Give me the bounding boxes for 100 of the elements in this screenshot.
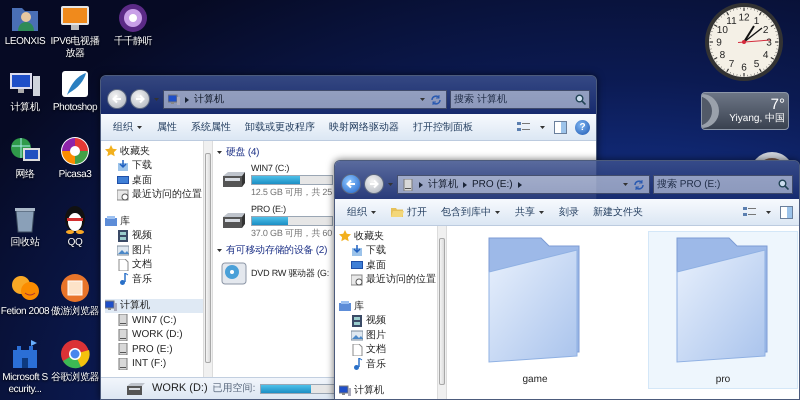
toolbar-button[interactable]: 映射网络驱动器 [323, 118, 405, 136]
toolbar-button[interactable]: 新建文件夹 [587, 202, 649, 222]
nav-item[interactable]: 视频 [105, 228, 203, 243]
clock-numeral: 3 [766, 38, 772, 48]
icon-label[interactable]: 计算机 [10, 102, 40, 114]
folder-tile[interactable]: game [460, 231, 610, 389]
nav-item[interactable]: 计算机 [105, 298, 203, 313]
folder-tile[interactable]: pro [648, 231, 798, 389]
back-arrow-icon[interactable] [345, 178, 357, 190]
nav-item[interactable]: 最近访问的位置 [339, 272, 437, 287]
nav-item[interactable]: WIN7 (C:) [105, 313, 203, 328]
nav-item[interactable]: 文档 [339, 342, 437, 357]
scrollbar[interactable] [203, 141, 213, 377]
nav-item[interactable]: 视频 [339, 314, 437, 328]
icon-label[interactable]: QQ [68, 237, 82, 249]
star-icon [105, 145, 117, 158]
expand-caret-icon[interactable] [216, 148, 223, 156]
nav-item[interactable]: 库 [339, 299, 437, 314]
breadcrumb-item[interactable]: PRO (E:) [472, 177, 513, 192]
address-bar[interactable]: 计算机 [163, 90, 447, 109]
icon-label[interactable]: 谷歌浏览器 [50, 372, 99, 384]
drive-name[interactable]: DVD RW 驱动器 (G: [251, 267, 330, 279]
icon-label[interactable]: Fetion 2008 [0, 306, 50, 318]
nav-item[interactable]: 桌面 [339, 258, 437, 272]
icon-label[interactable]: 千千静听 [114, 36, 152, 48]
picture-icon [351, 329, 363, 342]
breadcrumb-item[interactable]: 计算机 [428, 177, 458, 192]
toolbar-button[interactable]: 打开 [385, 202, 433, 222]
nav-item[interactable]: 音乐 [339, 357, 437, 372]
refresh-icon[interactable] [633, 178, 645, 190]
icon-label[interactable]: 傲游浏览器 [50, 306, 99, 318]
icon-label[interactable]: IPV6电视播放器 [50, 36, 100, 60]
nav-item[interactable]: WORK (D:) [105, 328, 203, 342]
search-icon[interactable] [575, 94, 586, 105]
folder-name[interactable]: pro [716, 372, 730, 387]
nav-item[interactable]: 下载 [339, 244, 437, 258]
framed-app-icon[interactable] [59, 272, 91, 304]
refresh-icon[interactable] [430, 94, 442, 106]
toolbar-button[interactable]: 打开控制面板 [407, 118, 479, 136]
forward-button[interactable] [130, 89, 150, 109]
address-bar[interactable]: 计算机 PRO (E:) [397, 175, 650, 194]
toolbar-button[interactable]: 共享 [509, 202, 551, 222]
folder-name[interactable]: game [522, 372, 548, 387]
chevron-icon[interactable] [418, 180, 424, 188]
chevron-icon[interactable] [516, 180, 523, 188]
feather-icon[interactable] [59, 68, 91, 100]
dropdown-caret-icon[interactable] [622, 181, 629, 188]
drive-name[interactable]: PRO (E:) [251, 203, 286, 215]
scrollbar[interactable] [437, 226, 447, 399]
breadcrumb-item[interactable]: 计算机 [194, 92, 224, 107]
back-button[interactable] [341, 174, 361, 194]
nav-item[interactable]: 文档 [105, 258, 203, 272]
dropdown-caret-icon[interactable] [765, 208, 772, 216]
icon-label[interactable]: Picasa3 [58, 169, 92, 181]
toolbar-button[interactable]: 属性 [151, 118, 183, 136]
toolbar-button[interactable]: 组织 [107, 118, 149, 136]
dropdown-caret-icon[interactable] [419, 96, 426, 103]
icon-label[interactable]: 回收站 [10, 237, 40, 249]
forward-button[interactable] [364, 174, 384, 194]
search-field[interactable]: 搜索 计算机 [450, 90, 590, 109]
expand-caret-icon[interactable] [216, 246, 223, 254]
nav-item[interactable]: 最近访问的位置 [105, 188, 203, 202]
nav-item[interactable]: 音乐 [105, 272, 203, 286]
toolbar-button[interactable]: 系统属性 [185, 118, 237, 136]
nav-item[interactable]: 下载 [105, 158, 203, 173]
toolbar-button[interactable]: 组织 [341, 202, 383, 222]
disc-icon[interactable] [117, 2, 149, 34]
back-button[interactable] [107, 89, 127, 109]
drive-name[interactable]: WIN7 (C:) [251, 162, 290, 174]
icon-label[interactable]: LEONXIS [4, 36, 46, 48]
document-icon [117, 258, 129, 271]
preview-pane-icon[interactable] [780, 206, 793, 218]
view-options-icon[interactable] [743, 206, 757, 218]
view-options-icon[interactable] [517, 121, 531, 133]
nav-item[interactable]: INT (F:) [105, 356, 203, 371]
round-browser-icon[interactable] [59, 338, 91, 370]
nav-item[interactable]: 计算机 [339, 384, 437, 398]
nav-item[interactable]: 收藏夹 [339, 229, 437, 244]
toolbar-button[interactable]: 刻录 [553, 202, 585, 222]
pinwheel-icon[interactable] [59, 135, 91, 167]
chevron-icon[interactable] [462, 180, 468, 188]
search-icon[interactable] [778, 179, 789, 190]
nav-item[interactable]: 桌面 [105, 173, 203, 188]
group-title[interactable]: 硬盘 (4) [226, 144, 260, 160]
nav-item[interactable]: 图片 [105, 243, 203, 258]
nav-item[interactable]: PRO (E:) [105, 342, 203, 356]
icon-label[interactable]: Photoshop [52, 102, 98, 114]
nav-item[interactable]: 库 [105, 214, 203, 228]
search-field[interactable]: 搜索 PRO (E:) [653, 175, 793, 194]
icon-label[interactable]: Microsoft Security... [0, 372, 50, 396]
toolbar-button[interactable]: 包含到库中 [435, 202, 507, 222]
preview-pane-icon[interactable] [554, 120, 567, 134]
group-title[interactable]: 有可移动存储的设备 (2) [226, 242, 328, 258]
nav-item[interactable]: 收藏夹 [105, 144, 203, 158]
icon-label[interactable]: 网络 [15, 169, 35, 181]
toolbar-button[interactable]: 卸载或更改程序 [239, 118, 321, 136]
document-icon [351, 344, 363, 356]
nav-item[interactable]: 图片 [339, 328, 437, 342]
chevron-icon[interactable] [184, 96, 190, 104]
dropdown-caret-icon[interactable] [539, 124, 546, 130]
